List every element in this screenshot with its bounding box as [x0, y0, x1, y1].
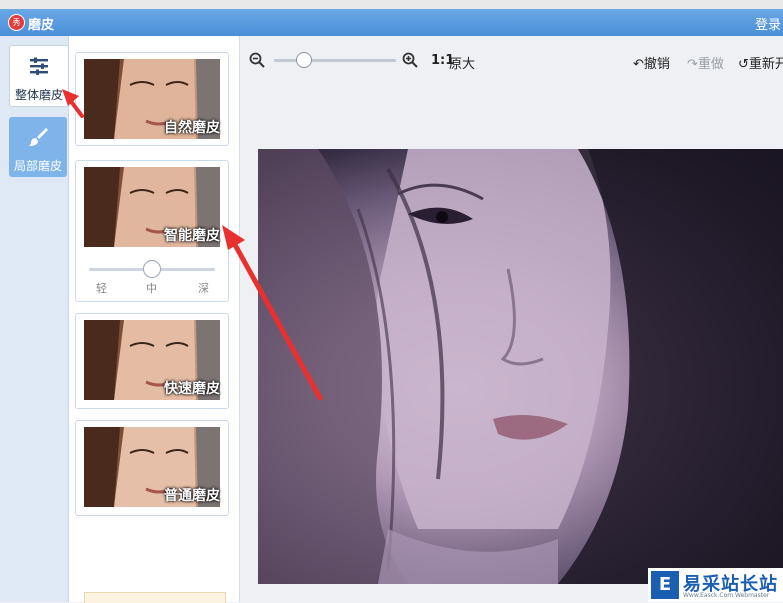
title-bar: 秀 磨皮 登录 — [0, 9, 783, 36]
actual-size-button[interactable]: 原大 — [449, 53, 475, 72]
reset-icon: ↺ — [738, 57, 749, 72]
reset-label: 重新开 — [748, 57, 783, 72]
left-nav: 整体磨皮 局部磨皮 — [0, 36, 69, 602]
strength-tick-medium: 中 — [146, 282, 157, 295]
watermark: E 易采站长站 Www.Easck.Com Webmaster — [648, 568, 783, 602]
window-title: 磨皮 — [28, 18, 55, 33]
login-link[interactable]: 登录 — [755, 14, 781, 33]
preset-card-natural[interactable]: 自然磨皮 — [75, 52, 229, 146]
zoom-slider-track[interactable] — [274, 59, 396, 62]
photo-canvas[interactable] — [258, 149, 783, 584]
nav-item-whole-smoothing[interactable]: 整体磨皮 — [9, 45, 69, 107]
undo-label: 撤销 — [643, 57, 670, 72]
preset-label: 智能磨皮 — [164, 228, 220, 244]
watermark-subtitle: Www.Easck.Com Webmaster — [683, 592, 770, 599]
undo-button[interactable]: ↶撤销 — [633, 53, 670, 72]
zoom-slider-handle[interactable] — [296, 52, 312, 68]
preset-panel: 自然磨皮 智能磨皮 轻 中 深 快速磨皮 普通磨皮 — [69, 36, 240, 603]
preset-label: 自然磨皮 — [164, 120, 220, 136]
strength-tick-deep: 深 — [198, 282, 209, 295]
watermark-logo-icon: E — [651, 571, 679, 599]
reset-button[interactable]: ↺重新开 — [738, 53, 783, 72]
zoom-out-icon[interactable] — [249, 52, 265, 68]
brush-icon — [29, 128, 48, 146]
toolbar: 1:1 原大 ↶撤销 ↷重做 ↺重新开 — [240, 36, 783, 84]
sliders-icon — [30, 57, 48, 75]
strength-tick-light: 轻 — [96, 282, 107, 295]
redo-label: 重做 — [697, 57, 724, 72]
preset-card-normal[interactable]: 普通磨皮 — [75, 420, 229, 516]
nav-item-local-smoothing[interactable]: 局部磨皮 — [9, 117, 67, 177]
work-area: 1:1 原大 ↶撤销 ↷重做 ↺重新开 — [240, 36, 783, 602]
nav-item-label: 局部磨皮 — [13, 159, 62, 173]
nav-item-label: 整体磨皮 — [14, 88, 63, 102]
undo-icon: ↶ — [633, 57, 644, 72]
preset-card-smart[interactable]: 智能磨皮 轻 中 深 — [75, 160, 229, 302]
bottom-tip-strip — [84, 592, 226, 603]
strength-slider-handle[interactable] — [143, 260, 161, 278]
preset-card-quick[interactable]: 快速磨皮 — [75, 313, 229, 409]
redo-button[interactable]: ↷重做 — [687, 53, 724, 72]
redo-icon: ↷ — [687, 57, 698, 72]
preset-label: 普通磨皮 — [164, 488, 220, 504]
zoom-in-icon[interactable] — [402, 52, 418, 68]
app-logo-icon: 秀 — [8, 14, 25, 31]
preset-label: 快速磨皮 — [164, 381, 220, 397]
